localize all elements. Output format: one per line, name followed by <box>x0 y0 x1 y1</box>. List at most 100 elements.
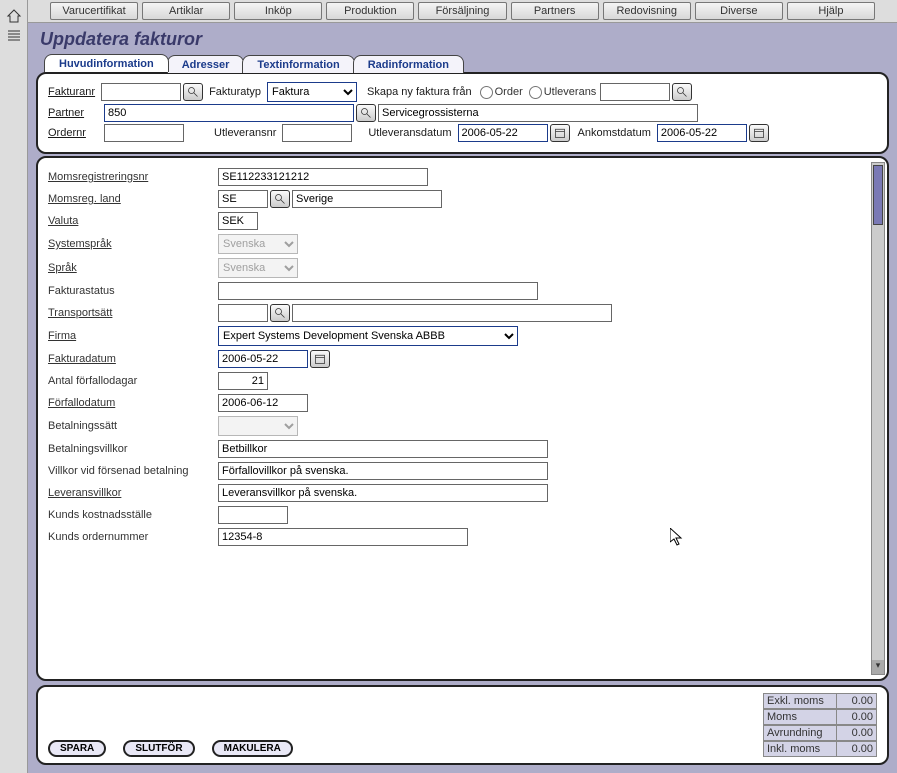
partner-label: Partner <box>48 107 98 119</box>
momsreg-input <box>218 168 428 186</box>
slutfor-button[interactable]: SLUTFÖR <box>123 740 194 757</box>
forfallodatum-input <box>218 394 308 412</box>
utleverans-search-icon[interactable] <box>672 83 692 101</box>
momsreg-label: Momsregistreringsnr <box>48 171 218 183</box>
transportsatt-label: Transportsätt <box>48 307 218 319</box>
tab-radinfo[interactable]: Radinformation <box>353 55 464 73</box>
systemsprak-label: Systemspråk <box>48 238 218 250</box>
utleveransdatum-input[interactable] <box>458 124 548 142</box>
inkl-label: Inkl. moms <box>763 741 837 757</box>
menu-partners[interactable]: Partners <box>511 2 599 20</box>
momsland-search-icon[interactable] <box>270 190 290 208</box>
ordernr-input <box>104 124 184 142</box>
valuta-label: Valuta <box>48 215 218 227</box>
fakturadatum-input[interactable] <box>218 350 308 368</box>
kunds-kostnad-label: Kunds kostnadsställe <box>48 509 218 521</box>
antal-forf-label: Antal förfallodagar <box>48 375 218 387</box>
forfallodatum-label: Förfallodatum <box>48 397 218 409</box>
momsland-code-input[interactable] <box>218 190 268 208</box>
sprak-label: Språk <box>48 262 218 274</box>
betalningsvillkor-input[interactable] <box>218 440 548 458</box>
firma-label: Firma <box>48 330 218 342</box>
list-icon[interactable] <box>6 28 22 44</box>
sprak-select: Svenska <box>218 258 298 278</box>
menu-hjalp[interactable]: Hjälp <box>787 2 875 20</box>
ankomstdatum-input[interactable] <box>657 124 747 142</box>
left-rail <box>0 0 28 773</box>
partner-input[interactable] <box>104 104 354 122</box>
exkl-label: Exkl. moms <box>763 693 837 709</box>
leveransvillkor-input[interactable] <box>218 484 548 502</box>
fakturastatus-input <box>218 282 538 300</box>
fakturadatum-label: Fakturadatum <box>48 353 218 365</box>
page-title: Uppdatera fakturor <box>40 29 885 50</box>
fakturanr-input[interactable] <box>101 83 181 101</box>
kunds-ordernr-input[interactable] <box>218 528 468 546</box>
fakturatyp-label: Fakturatyp <box>209 86 261 98</box>
tabs: Huvudinformation Adresser Textinformatio… <box>44 54 889 72</box>
spara-button[interactable]: SPARA <box>48 740 106 757</box>
tab-textinfo[interactable]: Textinformation <box>242 55 354 73</box>
partner-search-icon[interactable] <box>356 104 376 122</box>
valuta-input <box>218 212 258 230</box>
menu-artiklar[interactable]: Artiklar <box>142 2 230 20</box>
utleveransdatum-label: Utleveransdatum <box>368 127 451 139</box>
firma-select[interactable]: Expert Systems Development Svenska ABBB <box>218 326 518 346</box>
utleverans-label: Utleverans <box>544 86 597 98</box>
moms-value: 0.00 <box>837 709 877 725</box>
partner-name <box>378 104 698 122</box>
betalningsvillkor-label: Betalningsvillkor <box>48 443 218 455</box>
fakturanr-label: Fakturanr <box>48 86 95 98</box>
home-icon[interactable] <box>6 8 22 24</box>
menu-forsaljning[interactable]: Försäljning <box>418 2 506 20</box>
scrollbar-thumb[interactable] <box>873 165 883 225</box>
menu-inkop[interactable]: Inköp <box>234 2 322 20</box>
menu-diverse[interactable]: Diverse <box>695 2 783 20</box>
makulera-button[interactable]: MAKULERA <box>212 740 293 757</box>
scrollbar-down-icon[interactable]: ▾ <box>872 660 884 674</box>
ankomstdatum-calendar-icon[interactable] <box>749 124 769 142</box>
ordernr-label: Ordernr <box>48 127 98 139</box>
leveransvillkor-label: Leveransvillkor <box>48 487 218 499</box>
ankomstdatum-label: Ankomstdatum <box>578 127 651 139</box>
fakturadatum-calendar-icon[interactable] <box>310 350 330 368</box>
tab-huvud[interactable]: Huvudinformation <box>44 54 169 72</box>
scrollbar[interactable]: ▾ <box>871 162 885 675</box>
utleverans-radio[interactable] <box>529 86 542 99</box>
avrund-label: Avrundning <box>763 725 837 741</box>
tab-adresser[interactable]: Adresser <box>167 55 245 73</box>
betalningssatt-label: Betalningssätt <box>48 420 218 432</box>
panel-footer: SPARA SLUTFÖR MAKULERA Exkl. moms0.00 Mo… <box>36 685 889 765</box>
utleveransnr-input <box>282 124 352 142</box>
inkl-value: 0.00 <box>837 741 877 757</box>
menu-produktion[interactable]: Produktion <box>326 2 414 20</box>
villkor-forsenad-input[interactable] <box>218 462 548 480</box>
panel-header: Fakturanr Fakturatyp Faktura Skapa ny fa… <box>36 72 889 154</box>
menu-redovisning[interactable]: Redovisning <box>603 2 691 20</box>
panel-details: Momsregistreringsnr Momsreg. land Valuta… <box>36 156 889 681</box>
transportsatt-search-icon[interactable] <box>270 304 290 322</box>
kunds-kostnad-input[interactable] <box>218 506 288 524</box>
utleverans-ref-input[interactable] <box>600 83 670 101</box>
top-menu: Varucertifikat Artiklar Inköp Produktion… <box>28 0 897 23</box>
systemsprak-select: Svenska <box>218 234 298 254</box>
menu-varucertifikat[interactable]: Varucertifikat <box>50 2 138 20</box>
fakturastatus-label: Fakturastatus <box>48 285 218 297</box>
antal-forf-input[interactable] <box>218 372 268 390</box>
order-radio[interactable] <box>480 86 493 99</box>
transportsatt-code-input[interactable] <box>218 304 268 322</box>
utleveransnr-label: Utleveransnr <box>214 127 276 139</box>
villkor-forsenad-label: Villkor vid försenad betalning <box>48 465 218 477</box>
fakturanr-search-icon[interactable] <box>183 83 203 101</box>
exkl-value: 0.00 <box>837 693 877 709</box>
transportsatt-name <box>292 304 612 322</box>
betalningssatt-select <box>218 416 298 436</box>
avrund-value: 0.00 <box>837 725 877 741</box>
utleveransdatum-calendar-icon[interactable] <box>550 124 570 142</box>
momsland-name <box>292 190 442 208</box>
kunds-ordernr-label: Kunds ordernummer <box>48 531 218 543</box>
moms-label: Moms <box>763 709 837 725</box>
order-label: Order <box>495 86 523 98</box>
momsland-label: Momsreg. land <box>48 193 218 205</box>
fakturatyp-select[interactable]: Faktura <box>267 82 357 102</box>
